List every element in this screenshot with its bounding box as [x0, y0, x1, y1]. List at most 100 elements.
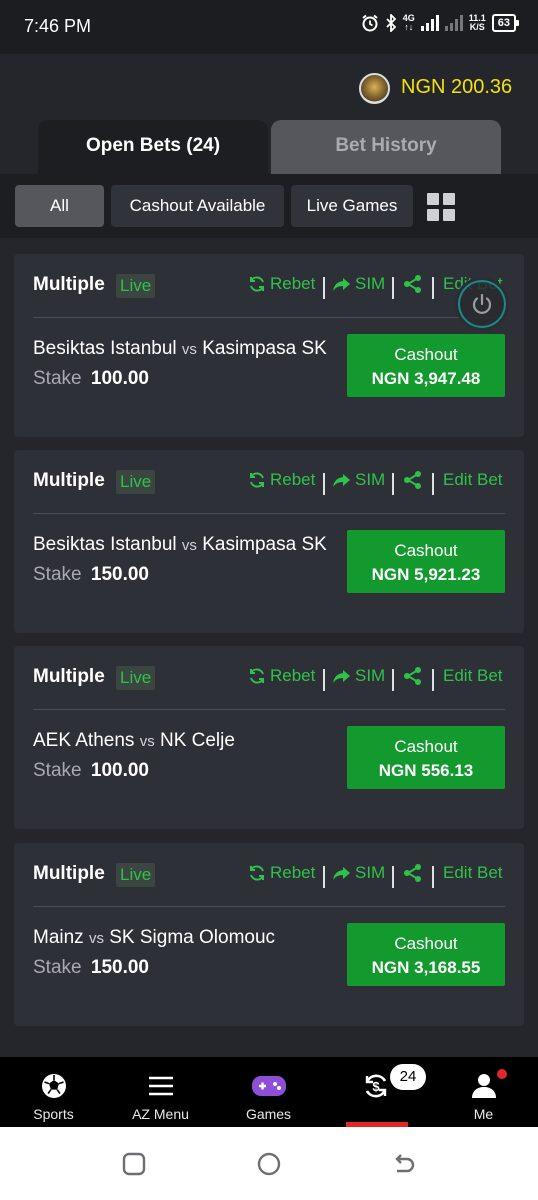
- gamepad-icon: [251, 1076, 286, 1096]
- app-header: NGN 200.36: [0, 54, 538, 120]
- edit-bet-button[interactable]: Edit Bet: [443, 863, 503, 883]
- nav-games[interactable]: Games: [215, 1057, 322, 1127]
- tab-bet-history[interactable]: Bet History: [271, 120, 501, 174]
- status-time: 7:46 PM: [24, 16, 92, 36]
- filter-cashout-available-button[interactable]: Cashout Available: [111, 185, 284, 227]
- share-icon: [404, 471, 421, 489]
- filter-all-button[interactable]: All: [15, 185, 104, 227]
- nav-az-menu[interactable]: AZ Menu: [107, 1057, 214, 1127]
- signal-icon-2: [444, 15, 463, 31]
- stake-amount: 150.00: [90, 564, 149, 585]
- share-icon: [404, 667, 421, 685]
- stake: Stake 100.00: [33, 760, 149, 781]
- separator: [392, 669, 394, 691]
- cashout-label: Cashout: [394, 345, 458, 364]
- status-icons: 4G ↑↓ 11.1 K/S 63: [361, 13, 520, 32]
- separator: [323, 866, 325, 888]
- cashout-button[interactable]: Cashout NGN 5,921.23: [347, 530, 505, 593]
- cashout-label: Cashout: [394, 934, 458, 953]
- bottom-nav: Sports AZ Menu Games $ Me: [0, 1057, 538, 1127]
- share-button[interactable]: [403, 274, 423, 294]
- bet-card[interactable]: Multiple Live Rebet SIM Edit Bet AEK Ath…: [14, 646, 524, 829]
- status-bar: 7:46 PM 4G ↑↓ 11.1 K/S 63: [0, 0, 538, 54]
- recent-apps-icon[interactable]: [121, 1151, 147, 1177]
- divider: [33, 709, 505, 710]
- grid-view-icon[interactable]: [427, 193, 455, 221]
- floating-power-button[interactable]: [455, 277, 509, 331]
- share-arrow-icon: [333, 867, 350, 880]
- bet-type: Multiple: [33, 470, 105, 491]
- filter-bar: All Cashout Available Live Games: [0, 174, 538, 238]
- cashout-amount: NGN 3,947.48: [371, 369, 481, 388]
- soccer-ball-icon: [41, 1074, 66, 1098]
- bet-card[interactable]: Multiple Live Rebet SIM Edit Bet Besikta…: [14, 450, 524, 633]
- separator: [432, 277, 434, 299]
- sim-button[interactable]: SIM: [332, 863, 385, 883]
- cashout-amount: NGN 3,168.55: [371, 958, 481, 977]
- sim-button[interactable]: SIM: [332, 666, 385, 686]
- cashout-button[interactable]: Cashout NGN 3,947.48: [347, 334, 505, 397]
- bet-type: Multiple: [33, 274, 105, 295]
- match-title: Besiktas Istanbul vs Kasimpasa SK: [33, 534, 327, 555]
- notification-dot: [497, 1069, 507, 1079]
- rebet-button[interactable]: Rebet: [247, 274, 315, 294]
- sim-button[interactable]: SIM: [332, 470, 385, 490]
- share-arrow-icon: [333, 474, 350, 487]
- stake: Stake 100.00: [33, 368, 149, 389]
- alarm-icon: [362, 14, 378, 32]
- nav-sports[interactable]: Sports: [0, 1057, 107, 1127]
- cashout-button[interactable]: Cashout NGN 3,168.55: [347, 923, 505, 986]
- share-button[interactable]: [403, 470, 423, 490]
- live-badge: Live: [116, 863, 156, 887]
- bet-card[interactable]: Multiple Live Rebet SIM Edit Bet Besikta…: [14, 254, 524, 437]
- separator: [323, 277, 325, 299]
- filter-live-games-button[interactable]: Live Games: [291, 185, 413, 227]
- refresh-icon: [250, 865, 264, 881]
- stake: Stake 150.00: [33, 957, 149, 978]
- cashout-button[interactable]: Cashout NGN 556.13: [347, 726, 505, 789]
- separator: [392, 473, 394, 495]
- rebet-button[interactable]: Rebet: [247, 863, 315, 883]
- rebet-button[interactable]: Rebet: [247, 470, 315, 490]
- svg-text:$: $: [372, 1079, 380, 1094]
- account-balance[interactable]: NGN 200.36: [401, 76, 512, 99]
- divider: [33, 317, 505, 318]
- avatar[interactable]: [359, 73, 390, 104]
- bet-card-header: Multiple Live Rebet SIM Edit Bet: [14, 254, 524, 316]
- share-button[interactable]: [403, 666, 423, 686]
- menu-icon: [148, 1076, 173, 1096]
- live-badge: Live: [116, 274, 156, 298]
- bet-type: Multiple: [33, 863, 105, 884]
- stake-amount: 150.00: [90, 957, 149, 978]
- power-icon: [472, 293, 492, 314]
- bet-card-header: Multiple Live Rebet SIM Edit Bet: [14, 646, 524, 708]
- share-arrow-icon: [333, 278, 350, 291]
- live-badge: Live: [116, 666, 156, 690]
- match-title: AEK Athens vs NK Celje: [33, 730, 235, 751]
- rebet-label: Rebet: [270, 666, 316, 685]
- sim-label: SIM: [355, 666, 386, 685]
- sim-button[interactable]: SIM: [332, 274, 385, 294]
- cashout-label: Cashout: [394, 541, 458, 560]
- home-icon[interactable]: [256, 1151, 282, 1177]
- bet-type: Multiple: [33, 666, 105, 687]
- bet-card[interactable]: Multiple Live Rebet SIM Edit Bet Mainz v…: [14, 843, 524, 1026]
- edit-bet-button[interactable]: Edit Bet: [443, 470, 503, 490]
- network-type: 4G ↑↓: [402, 13, 415, 32]
- back-icon[interactable]: [390, 1151, 416, 1177]
- separator: [392, 277, 394, 299]
- separator: [323, 473, 325, 495]
- nav-me[interactable]: Me: [430, 1057, 537, 1127]
- refresh-icon: [250, 668, 264, 684]
- rebet-button[interactable]: Rebet: [247, 666, 315, 686]
- share-button[interactable]: [403, 863, 423, 883]
- rebet-label: Rebet: [270, 470, 316, 489]
- open-bets-count-badge: 24: [390, 1064, 426, 1090]
- match-title: Besiktas Istanbul vs Kasimpasa SK: [33, 338, 327, 359]
- tab-open-bets[interactable]: Open Bets (24): [38, 120, 268, 174]
- signal-icon: [420, 15, 439, 31]
- share-arrow-icon: [333, 670, 350, 683]
- cashout-amount: NGN 5,921.23: [371, 565, 481, 584]
- edit-bet-button[interactable]: Edit Bet: [443, 666, 503, 686]
- rebet-label: Rebet: [270, 274, 316, 293]
